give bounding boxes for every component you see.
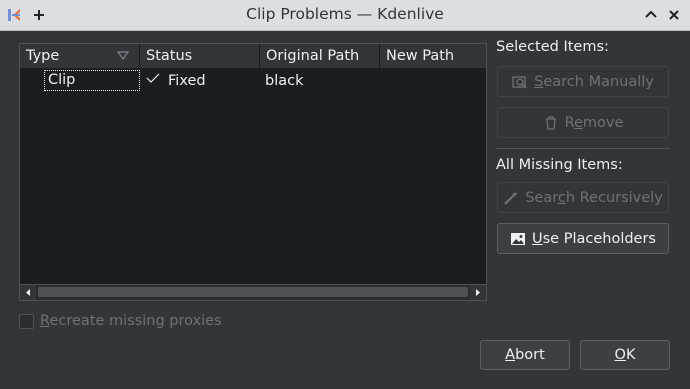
remove-button[interactable]: Remove	[497, 107, 669, 138]
close-icon[interactable]	[665, 6, 683, 24]
remove-label: Remove	[564, 114, 624, 131]
use-placeholders-button[interactable]: Use Placeholders	[497, 223, 669, 254]
search-manually-button[interactable]: Search Manually	[497, 66, 669, 97]
search-manually-label: Search Manually	[534, 73, 654, 90]
selected-items-label: Selected Items:	[496, 39, 609, 55]
separator	[496, 148, 670, 149]
trash-icon	[543, 115, 559, 131]
ok-label: OK	[614, 347, 636, 363]
table-header: Type Status Original Path New Path	[20, 44, 486, 68]
image-icon	[510, 231, 526, 247]
chevron-up-icon[interactable]	[642, 6, 660, 24]
scroll-right-button[interactable]	[470, 285, 486, 300]
column-header-new-path[interactable]: New Path	[380, 44, 488, 68]
ok-button[interactable]: OK	[580, 340, 670, 370]
cell-original-path: black	[265, 73, 304, 89]
cell-type[interactable]: Clip	[44, 70, 140, 91]
search-image-icon	[512, 74, 528, 90]
all-missing-items-label: All Missing Items:	[496, 157, 623, 173]
search-recursively-label: Search Recursively	[525, 189, 663, 206]
checkmark-icon	[146, 69, 160, 93]
use-placeholders-label: Use Placeholders	[532, 230, 656, 247]
clip-problems-table[interactable]: Type Status Original Path New Path Clip …	[19, 43, 487, 301]
wand-icon	[503, 190, 519, 206]
column-header-status[interactable]: Status	[140, 44, 260, 68]
recreate-proxies-checkbox[interactable]	[19, 314, 34, 329]
window-title: Clip Problems — Kdenlive	[246, 5, 444, 23]
status-text: Fixed	[168, 73, 206, 89]
abort-label: Abort	[505, 347, 545, 363]
table-row[interactable]: Clip Fixed black	[20, 69, 486, 93]
search-recursively-button[interactable]: Search Recursively	[497, 182, 669, 213]
column-header-original-path[interactable]: Original Path	[260, 44, 380, 68]
cell-status: Fixed	[146, 69, 206, 93]
title-bar: Clip Problems — Kdenlive	[0, 0, 690, 31]
column-header-type[interactable]: Type	[20, 44, 140, 68]
recreate-proxies-label: Recreate missing proxies	[40, 313, 222, 329]
scroll-left-button[interactable]	[20, 285, 36, 300]
abort-button[interactable]: Abort	[480, 340, 570, 370]
column-label: Type	[26, 48, 60, 64]
horizontal-scrollbar[interactable]	[20, 284, 486, 300]
scrollbar-thumb[interactable]	[38, 287, 468, 297]
